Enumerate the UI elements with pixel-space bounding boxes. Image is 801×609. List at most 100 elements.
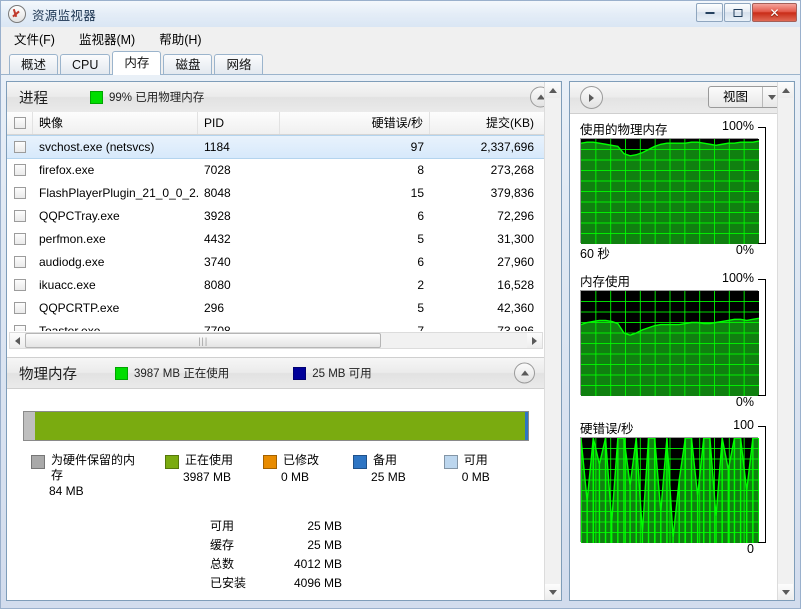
table-row[interactable]: FlashPlayerPlugin_21_0_0_2... 8048 15 379,8… (7, 182, 545, 205)
row-checkbox-cell[interactable] (7, 182, 33, 204)
stat-value: 4096 MB (293, 575, 342, 590)
table-row[interactable]: QQPCTray.exe 3928 6 72,296 (7, 205, 545, 228)
memory-stat-row: 缓存 25 MB (210, 535, 342, 554)
cell-pid: 3928 (204, 209, 231, 223)
cell-hard-faults: 5 (417, 301, 424, 315)
select-all-checkbox[interactable] (13, 117, 26, 129)
right-pane-scrollbar[interactable] (777, 82, 794, 600)
horizontal-scrollbar-thumb[interactable]: ||| (25, 333, 382, 348)
view-dropdown-button[interactable]: 视图 (707, 86, 782, 108)
processes-section-header[interactable]: 进程 99% 已用物理内存 (7, 82, 561, 113)
tab-network[interactable]: 网络 (214, 54, 264, 74)
cell-image: QQPCRTP.exe (39, 301, 120, 315)
table-row[interactable]: firefox.exe 7028 8 273,268 (7, 159, 545, 182)
row-checkbox-cell[interactable] (7, 159, 33, 181)
row-checkbox-cell[interactable] (7, 205, 33, 227)
expand-panel-button[interactable] (580, 86, 603, 109)
menu-item-monitor[interactable]: 监视器(M) (76, 27, 138, 50)
memory-usage-bar (23, 411, 529, 441)
tab-overview[interactable]: 概述 (9, 54, 59, 74)
row-checkbox-cell[interactable] (7, 320, 33, 331)
pane-scroll-down-button[interactable] (545, 584, 560, 600)
row-checkbox[interactable] (14, 233, 26, 245)
pane-scroll-up-button[interactable] (778, 82, 793, 98)
select-all-header[interactable] (7, 112, 33, 134)
processes-horizontal-scrollbar[interactable]: ||| (9, 332, 543, 349)
chevron-left-icon (15, 336, 20, 345)
cell-image: firefox.exe (39, 163, 95, 177)
cell-pid: 1184 (204, 140, 230, 154)
legend-label: 备用 (373, 453, 398, 467)
cell-pid: 3740 (204, 255, 231, 269)
row-checkbox-cell[interactable] (7, 136, 33, 158)
column-header-hard-faults[interactable]: 硬错误/秒 (280, 112, 430, 134)
memory-legend-item: 可用 0 MB (443, 453, 490, 500)
scroll-left-button[interactable] (10, 333, 25, 348)
memory-legend-item: 正在使用 3987 MB (165, 453, 233, 500)
legend-value: 25 MB (371, 470, 406, 484)
legend-color-swatch (263, 455, 278, 469)
processes-table-body: svchost.exe (netsvcs) 1184 97 2,337,696 fire… (7, 135, 545, 331)
minimize-button[interactable] (696, 3, 723, 22)
horizontal-scroll-track[interactable]: ||| (25, 333, 527, 348)
row-checkbox[interactable] (14, 302, 26, 314)
chevron-right-icon (532, 336, 537, 345)
pane-scroll-up-button[interactable] (545, 82, 560, 98)
memory-stat-row: 已安装 4096 MB (210, 573, 342, 592)
row-checkbox[interactable] (14, 325, 26, 331)
scroll-right-button[interactable] (527, 333, 542, 348)
menu-item-file[interactable]: 文件(F) (11, 27, 58, 50)
cell-image: FlashPlayerPlugin_21_0_0_2... (39, 186, 198, 200)
column-header-pid[interactable]: PID (198, 112, 280, 134)
column-header-commit[interactable]: 提交(KB) (430, 112, 540, 134)
charts-container: 使用的物理内存 100% 60 秒 0% 内存使用 100% 0% 硬错误/秒 100 0 (570, 113, 778, 600)
row-checkbox[interactable] (14, 279, 26, 291)
row-checkbox-cell[interactable] (7, 228, 33, 250)
cell-commit: 27,960 (497, 255, 534, 269)
legend-value: 84 MB (49, 484, 84, 498)
left-pane-scrollbar[interactable] (544, 82, 561, 600)
row-checkbox[interactable] (14, 210, 26, 222)
table-row[interactable]: svchost.exe (netsvcs) 1184 97 2,337,696 (7, 135, 545, 159)
table-row[interactable]: QQPCRTP.exe 296 5 42,360 (7, 297, 545, 320)
physical-memory-header[interactable]: 物理内存 3987 MB 正在使用 25 MB 可用 (7, 357, 545, 389)
cell-pid: 7028 (204, 163, 231, 177)
table-row[interactable]: ikuacc.exe 8080 2 16,528 (7, 274, 545, 297)
cell-image: perfmon.exe (39, 232, 106, 246)
row-checkbox-cell[interactable] (7, 297, 33, 319)
row-checkbox[interactable] (14, 187, 26, 199)
row-checkbox[interactable] (14, 164, 26, 176)
close-button[interactable]: ✕ (752, 3, 797, 22)
memory-stats: 可用 25 MB 缓存 25 MB 总数 4012 MB 已安装 4096 MB (7, 516, 545, 592)
cell-commit: 273,268 (490, 163, 534, 177)
resource-monitor-window: 资源监视器 ✕ 文件(F) 监视器(M) 帮助(H) 概述 CPU 内存 磁盘 … (0, 0, 801, 609)
column-header-image[interactable]: 映像 (33, 112, 198, 134)
cell-hard-faults: 6 (417, 209, 424, 223)
row-checkbox-cell[interactable] (7, 251, 33, 273)
tab-memory[interactable]: 内存 (112, 51, 162, 75)
cell-hard-faults: 2 (417, 278, 424, 292)
physical-memory-collapse-button[interactable] (514, 362, 535, 384)
row-checkbox[interactable] (14, 141, 26, 153)
table-row[interactable]: audiodg.exe 3740 6 27,960 (7, 251, 545, 274)
legend-label: 为硬件保留的内存 (51, 453, 136, 482)
in-use-color-swatch (115, 366, 128, 380)
row-checkbox[interactable] (14, 256, 26, 268)
tab-cpu[interactable]: CPU (60, 54, 111, 74)
row-checkbox-cell[interactable] (7, 274, 33, 296)
view-label: 视图 (722, 90, 748, 104)
pane-scroll-down-button[interactable] (778, 584, 793, 600)
legend-color-swatch (31, 455, 45, 469)
window-controls: ✕ (696, 3, 797, 22)
memory-legend-item: 已修改 0 MB (263, 453, 319, 500)
maximize-button[interactable] (724, 3, 751, 22)
chevron-down-icon (768, 94, 776, 100)
memory-bar-segment-in-use (34, 412, 525, 440)
physical-memory-section: 物理内存 3987 MB 正在使用 25 MB 可用 为硬件保留的内存 84 MB… (7, 357, 545, 600)
table-row[interactable]: Toaster.exe 7708 7 73,896 (7, 320, 545, 331)
menu-item-help[interactable]: 帮助(H) (156, 27, 204, 50)
table-row[interactable]: perfmon.exe 4432 5 31,300 (7, 228, 545, 251)
memory-stat-row: 总数 4012 MB (210, 554, 342, 573)
resource-monitor-icon (8, 5, 26, 23)
tab-disk[interactable]: 磁盘 (163, 54, 213, 74)
